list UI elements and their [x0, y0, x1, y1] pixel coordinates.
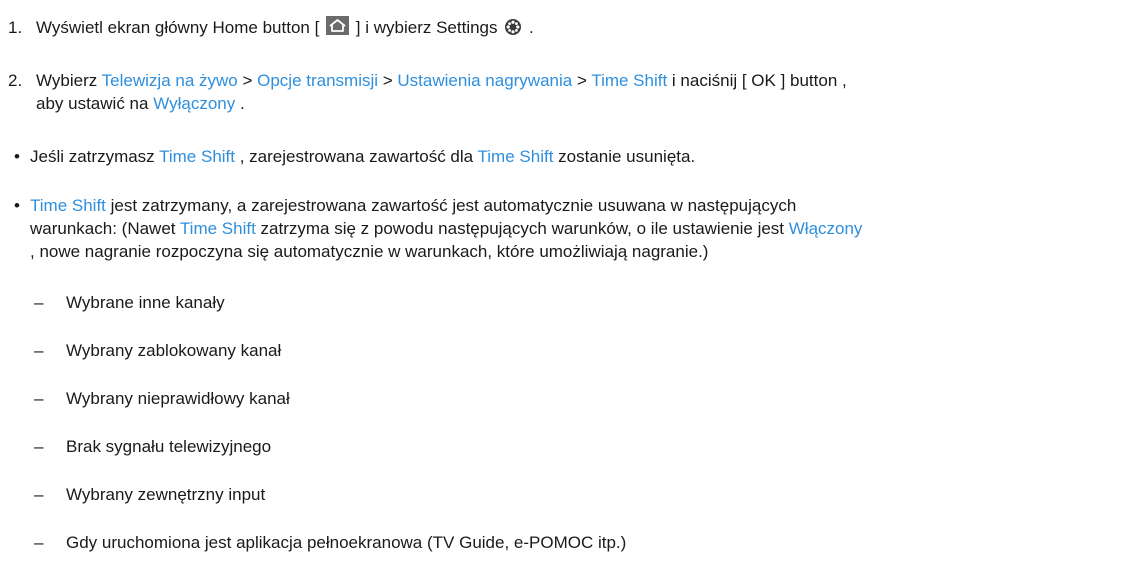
step-1: 1.	[8, 16, 22, 39]
list-item: Brak sygnału telewizyjnego	[66, 437, 272, 456]
instructions-document: 1. Wyświetl ekran główny Home button [ ]…	[0, 0, 1147, 561]
note-1: Jeśli zatrzymasz Time Shift , zarejestro…	[30, 147, 696, 166]
bullet-marker: •	[14, 147, 20, 166]
gear-icon	[504, 18, 522, 42]
list-item: Gdy uruchomiona jest aplikacja pełnoekra…	[66, 533, 627, 552]
note-2: Time Shift jest zatrzymany, a zarejestro…	[30, 196, 863, 261]
list-item-dash: –	[34, 485, 44, 504]
list-item: Wybrane inne kanały	[66, 293, 225, 312]
link-on[interactable]: Włączony	[789, 219, 863, 238]
link-time-shift[interactable]: Time Shift	[159, 147, 235, 166]
list-item-dash: –	[34, 389, 44, 408]
link-recording-settings[interactable]: Ustawienia nagrywania	[397, 71, 572, 90]
list-item-dash: –	[34, 293, 44, 312]
step-1-text: Wyświetl ekran główny Home button [ ] i …	[36, 16, 534, 42]
home-icon	[326, 16, 350, 35]
link-time-shift[interactable]: Time Shift	[30, 196, 106, 215]
list-item: Wybrany zewnętrzny input	[66, 485, 266, 504]
link-broadcast-options[interactable]: Opcje transmisji	[257, 71, 378, 90]
bullet-marker: •	[14, 196, 20, 215]
step-2-text: Wybierz Telewizja na żywo > Opcje transm…	[36, 71, 847, 113]
list-item-dash: –	[34, 533, 44, 552]
link-time-shift[interactable]: Time Shift	[591, 71, 667, 90]
step-1-number: 1.	[8, 18, 23, 37]
link-time-shift[interactable]: Time Shift	[180, 219, 256, 238]
link-off[interactable]: Wyłączony	[153, 94, 235, 113]
list-item-dash: –	[34, 437, 44, 456]
list-item: Wybrany nieprawidłowy kanał	[66, 389, 290, 408]
list-item: Wybrany zablokowany kanał	[66, 341, 282, 360]
link-live-tv[interactable]: Telewizja na żywo	[102, 71, 238, 90]
list-item-dash: –	[34, 341, 44, 360]
step-2-number: 2.	[8, 71, 23, 90]
link-time-shift[interactable]: Time Shift	[478, 147, 554, 166]
